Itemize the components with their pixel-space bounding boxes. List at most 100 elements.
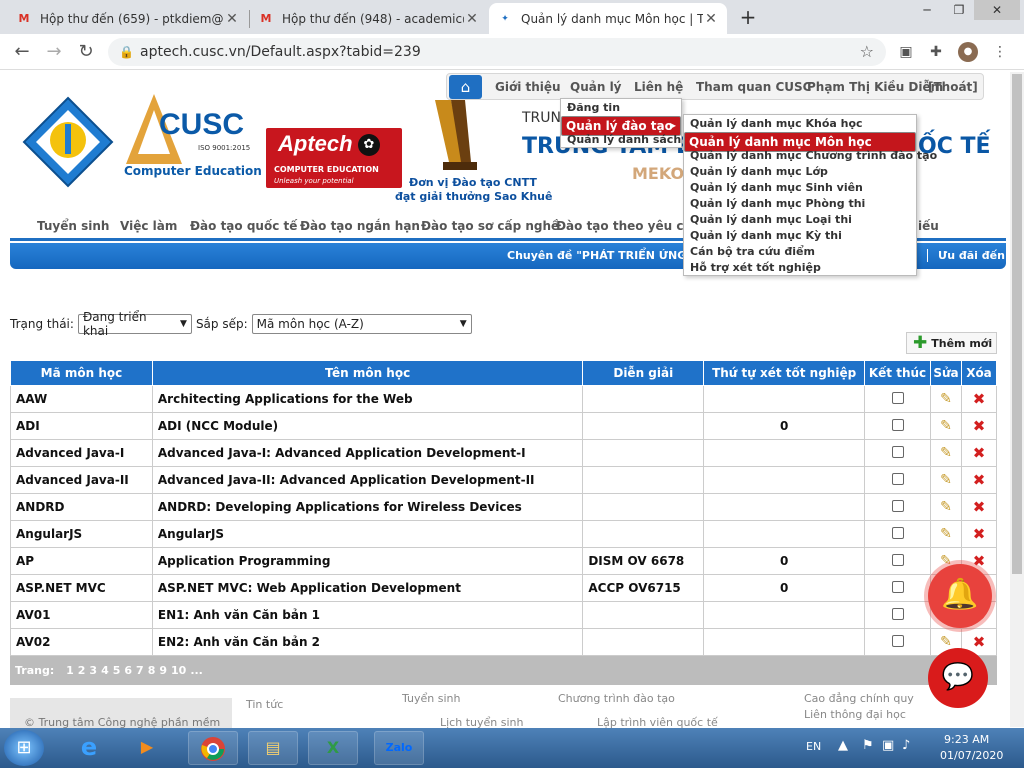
delete-icon[interactable]: ✖ <box>973 417 986 435</box>
add-new-button[interactable]: ✚ Thêm mới <box>906 332 997 354</box>
mainnav-quoc-te[interactable]: Đào tạo quốc tế <box>190 219 297 233</box>
reload-icon[interactable]: ↻ <box>76 42 96 62</box>
ticker-right[interactable]: Ưu đãi đến <box>927 249 1005 262</box>
submenu-item[interactable]: Quản lý danh mục Chương trình đào tạo <box>684 148 937 164</box>
status-select[interactable]: Đang triển khai ▼ <box>77 310 192 338</box>
page-link[interactable]: 7 <box>136 664 144 677</box>
mainnav-viec-lam[interactable]: Việc làm <box>120 219 177 233</box>
footer-chuong-trinh[interactable]: Chương trình đào tạo <box>558 692 675 705</box>
page-link[interactable]: 9 <box>159 664 167 677</box>
footer-cao-dang[interactable]: Cao đẳng chính quy <box>804 692 914 705</box>
footer-tin-tuc[interactable]: Tin tức <box>246 698 283 711</box>
forward-icon[interactable]: → <box>44 42 64 62</box>
tray-up-arrow-icon[interactable]: ▲ <box>838 738 848 753</box>
page-link[interactable]: 1 <box>66 664 74 677</box>
windows-start-icon[interactable]: ⊞ <box>4 730 44 766</box>
ie-icon[interactable]: e <box>64 731 114 765</box>
edit-icon[interactable]: ✎ <box>940 526 952 542</box>
edit-icon[interactable]: ✎ <box>940 418 952 434</box>
submenu-item[interactable]: Hỗ trợ xét tốt nghiệp <box>684 260 916 276</box>
edit-icon[interactable]: ✎ <box>940 445 952 461</box>
submenu-item[interactable]: Quản lý danh mục Lớp <box>684 164 916 180</box>
footer-tuyen-sinh[interactable]: Tuyển sinh <box>402 692 461 705</box>
mainnav-theo-yeu-cau[interactable]: Đào tạo theo yêu cầu <box>556 219 700 233</box>
back-icon[interactable]: ← <box>12 42 32 62</box>
chat-bubble-icon[interactable]: 💬 <box>928 648 988 708</box>
finished-checkbox[interactable] <box>891 634 904 647</box>
page-link[interactable]: 10 <box>171 664 186 677</box>
clock-time[interactable]: 9:23 AM <box>944 733 989 746</box>
mainnav-more[interactable]: iếu <box>918 219 939 233</box>
excel-icon[interactable]: X <box>308 731 358 765</box>
menu-item-dang-tin[interactable]: Đăng tin <box>561 100 681 116</box>
logout-link[interactable]: [Thoát] <box>928 80 978 94</box>
url-input[interactable]: 🔒 aptech.cusc.vn/Default.aspx?tabid=239 … <box>108 38 886 66</box>
finished-checkbox[interactable] <box>891 580 904 593</box>
page-link[interactable]: 3 <box>89 664 97 677</box>
edit-icon[interactable]: ✎ <box>940 499 952 515</box>
submenu-item[interactable]: Quản lý danh mục Sinh viên <box>684 180 916 196</box>
close-icon[interactable]: ✕ <box>464 11 480 27</box>
scrollbar-thumb[interactable] <box>1012 74 1022 574</box>
page-link[interactable]: ... <box>190 664 203 677</box>
language-indicator[interactable]: EN <box>806 740 821 753</box>
edit-icon[interactable]: ✎ <box>940 634 952 650</box>
finished-checkbox[interactable] <box>891 526 904 539</box>
finished-checkbox[interactable] <box>891 445 904 458</box>
col-name[interactable]: Tên môn học <box>151 360 584 386</box>
flag-icon[interactable]: ⚑ <box>862 738 874 753</box>
browser-tab-active[interactable]: ✦ Quản lý danh mục Môn học | Tru ✕ <box>489 3 727 34</box>
col-code[interactable]: Mã môn học <box>10 360 153 386</box>
media-player-icon[interactable]: ▶ <box>122 731 172 765</box>
file-explorer-icon[interactable]: ▤ <box>248 731 298 765</box>
page-link[interactable]: 4 <box>101 664 109 677</box>
mainnav-so-cap[interactable]: Đào tạo sơ cấp nghề <box>421 219 559 233</box>
col-order[interactable]: Thứ tự xét tốt nghiệp <box>703 360 866 386</box>
submenu-item[interactable]: Quản lý danh mục Kỳ thi <box>684 228 916 244</box>
menu-dots-icon[interactable]: ⋮ <box>990 42 1010 62</box>
col-desc[interactable]: Diễn giải <box>582 360 705 386</box>
mainnav-ngan-han[interactable]: Đào tạo ngắn hạn <box>300 219 420 233</box>
submenu-item[interactable]: Quản lý danh mục Khóa học <box>684 116 916 132</box>
nav-tham-quan[interactable]: Tham quan CUSC <box>696 80 811 94</box>
delete-icon[interactable]: ✖ <box>973 525 986 543</box>
edit-icon[interactable]: ✎ <box>940 391 952 407</box>
bookmark-star-icon[interactable]: ☆ <box>860 38 874 66</box>
volume-icon[interactable]: ♪ <box>902 738 910 753</box>
nav-lien-he[interactable]: Liên hệ <box>634 80 683 94</box>
page-link[interactable]: 5 <box>113 664 121 677</box>
close-icon[interactable]: ✕ <box>224 11 240 27</box>
home-icon[interactable]: ⌂ <box>449 75 482 99</box>
delete-icon[interactable]: ✖ <box>973 498 986 516</box>
clock-date[interactable]: 01/07/2020 <box>940 749 1003 762</box>
submenu-item[interactable]: Cán bộ tra cứu điểm <box>684 244 916 260</box>
nav-quan-ly[interactable]: Quản lý <box>570 80 622 94</box>
finished-checkbox[interactable] <box>891 607 904 620</box>
close-window-button[interactable]: ✕ <box>974 0 1020 20</box>
profile-avatar[interactable]: ● <box>958 42 978 62</box>
delete-icon[interactable]: ✖ <box>973 390 986 408</box>
extensions-icon[interactable]: ✚ <box>926 42 946 62</box>
footer-lien-thong[interactable]: Liên thông đại học <box>804 708 906 721</box>
notification-bell-icon[interactable]: 🔔 <box>928 564 992 628</box>
new-tab-button[interactable]: + <box>736 6 760 30</box>
nav-gioi-thieu[interactable]: Giới thiệu <box>495 80 561 94</box>
minimize-button[interactable]: ─ <box>910 0 944 20</box>
sort-select[interactable]: Mã môn học (A-Z) ▼ <box>251 314 472 334</box>
delete-icon[interactable]: ✖ <box>973 471 986 489</box>
browser-tab[interactable]: M Hộp thư đến (659) - ptkdiem@ctu ✕ <box>8 3 248 34</box>
cast-icon[interactable]: ▣ <box>896 42 916 62</box>
finished-checkbox[interactable] <box>891 418 904 431</box>
zalo-icon[interactable]: Zalo <box>374 731 424 765</box>
delete-icon[interactable]: ✖ <box>973 444 986 462</box>
page-link[interactable]: 2 <box>78 664 86 677</box>
network-icon[interactable]: ▣ <box>882 738 894 753</box>
page-link[interactable]: 6 <box>124 664 132 677</box>
delete-icon[interactable]: ✖ <box>973 633 986 651</box>
close-icon[interactable]: ✕ <box>703 11 719 27</box>
page-link[interactable]: 8 <box>148 664 156 677</box>
submenu-item[interactable]: Quản lý danh mục Phòng thi <box>684 196 916 212</box>
finished-checkbox[interactable] <box>891 472 904 485</box>
submenu-item[interactable]: Quản lý danh mục Loại thi <box>684 212 916 228</box>
edit-icon[interactable]: ✎ <box>940 472 952 488</box>
